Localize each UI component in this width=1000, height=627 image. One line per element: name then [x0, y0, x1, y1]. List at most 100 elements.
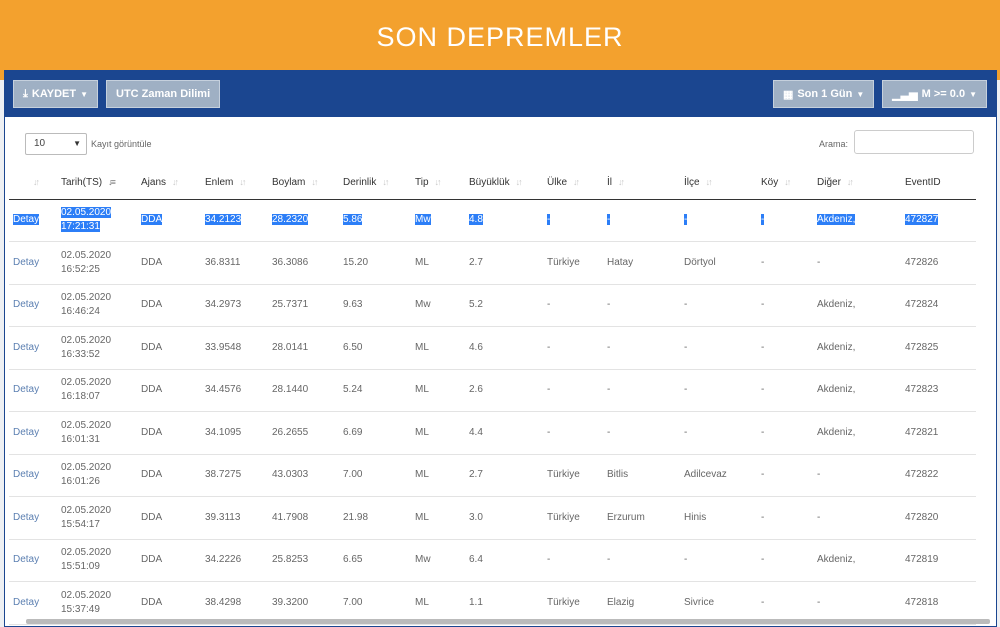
table-cell-depth: 15.20: [339, 241, 411, 285]
table-row[interactable]: Detay 02.05.2020 16:01:31 DDA 34.1095 26.2655…: [9, 411, 976, 455]
other-value: Akdeniz,: [817, 426, 856, 438]
column-header[interactable]: İl ↓↑: [603, 167, 680, 200]
detail-link[interactable]: Detay: [13, 554, 39, 565]
date-value: 02.05.2020: [61, 292, 112, 304]
agency-value: DDA: [141, 511, 163, 523]
column-header[interactable]: Büyüklük ↓↑: [465, 167, 543, 200]
mag-value: 4.6: [469, 341, 483, 353]
table-cell-detail[interactable]: Detay: [9, 411, 57, 455]
table-cell-province: -: [603, 539, 680, 582]
table-cell-province: Elazig: [603, 581, 680, 625]
table-cell-village: -: [757, 284, 813, 327]
table-row[interactable]: Detay 02.05.2020 15:51:09 DDA 34.2226 25.8253…: [9, 539, 976, 582]
table-cell-detail[interactable]: Detay: [9, 199, 57, 242]
table-cell-country: Türkiye: [543, 496, 603, 540]
table-row[interactable]: Detay 02.05.2020 16:46:24 DDA 34.2973 25.7371…: [9, 284, 976, 327]
column-header[interactable]: İlçe ↓↑: [680, 167, 757, 200]
table-row[interactable]: Detay 02.05.2020 15:37:49 DDA 38.4298 39.3200…: [9, 581, 976, 625]
sort-icon: ↓↑: [618, 177, 625, 188]
column-header[interactable]: Diğer ↓↑: [813, 167, 901, 200]
detail-link[interactable]: Detay: [13, 342, 39, 353]
table-cell-detail[interactable]: Detay: [9, 241, 57, 285]
search-input[interactable]: [854, 130, 974, 154]
table-cell-district: Adilcevaz: [680, 454, 757, 497]
province-value: -: [607, 384, 611, 396]
magnitude-label: M >= 0.0: [921, 88, 966, 100]
event-value: 472827: [905, 214, 939, 226]
table-cell-lon: 43.0303: [268, 454, 339, 497]
horizontal-scrollbar[interactable]: [26, 619, 990, 624]
table-row[interactable]: Detay 02.05.2020 16:01:26 DDA 38.7275 43.0303…: [9, 454, 976, 497]
table-cell-depth: 7.00: [339, 581, 411, 625]
column-header[interactable]: ↓↑: [9, 167, 57, 200]
column-header[interactable]: Köy ↓↑: [757, 167, 813, 200]
date-value: 02.05.2020: [61, 547, 112, 559]
table-cell-country: -: [543, 539, 603, 582]
table-cell-depth: 21.98: [339, 496, 411, 540]
table-cell-event: 472820: [901, 496, 976, 540]
table-cell-detail[interactable]: Detay: [9, 369, 57, 412]
table-cell-mag: 2.7: [465, 241, 543, 285]
page-length-label: Kayıt görüntüle: [91, 139, 152, 149]
page-length-select[interactable]: 10 ▼: [25, 133, 87, 155]
table-cell-type: ML: [411, 496, 465, 540]
column-header[interactable]: Ajans ↓↑: [137, 167, 201, 200]
detail-link[interactable]: Detay: [13, 512, 39, 523]
table-cell-lat: 34.1095: [201, 411, 268, 455]
detail-link[interactable]: Detay: [13, 469, 39, 480]
column-header[interactable]: EventID: [901, 167, 976, 200]
save-button[interactable]: ⤓ KAYDET ▼: [13, 80, 99, 108]
table-cell-district: -: [680, 284, 757, 327]
district-value: Adilcevaz: [684, 469, 727, 481]
table-cell-type: ML: [411, 369, 465, 412]
sort-icon: ↓↑: [33, 177, 40, 188]
table-cell-detail[interactable]: Detay: [9, 326, 57, 370]
detail-link[interactable]: Detay: [13, 427, 39, 438]
table-cell-type: ML: [411, 241, 465, 285]
detail-link[interactable]: Detay: [13, 384, 39, 395]
table-row[interactable]: Detay 02.05.2020 16:33:52 DDA 33.9548 28.0141…: [9, 326, 976, 370]
detail-link[interactable]: Detay: [13, 597, 39, 608]
column-header[interactable]: Tip ↓↑: [411, 167, 465, 200]
table-cell-other: -: [813, 496, 901, 540]
table-cell-detail[interactable]: Detay: [9, 284, 57, 327]
detail-link[interactable]: Detay: [13, 299, 39, 310]
table-cell-mag: 4.6: [465, 326, 543, 370]
other-value: Akdeniz,: [817, 384, 856, 396]
table-row[interactable]: Detay 02.05.2020 16:18:07 DDA 34.4576 28.1440…: [9, 369, 976, 412]
district-value: -: [684, 426, 688, 438]
magnitude-dropdown[interactable]: ▁▃▅ M >= 0.0 ▼: [882, 80, 987, 108]
table-cell-district: Hinis: [680, 496, 757, 540]
table-row[interactable]: Detay 02.05.2020 17:21:31 DDA 34.2123 28.2320…: [9, 199, 976, 242]
lat-value: 39.3113: [205, 511, 241, 523]
table-row[interactable]: Detay 02.05.2020 16:52:25 DDA 36.8311 36.3086…: [9, 241, 976, 285]
country-value: Türkiye: [547, 256, 580, 268]
period-dropdown[interactable]: ▦ Son 1 Gün ▼: [772, 80, 875, 108]
column-header[interactable]: Ülke ↓↑: [543, 167, 603, 200]
table-cell-detail[interactable]: Detay: [9, 581, 57, 625]
column-header[interactable]: Enlem ↓↑: [201, 167, 268, 200]
table-cell-detail[interactable]: Detay: [9, 496, 57, 540]
time-value: 16:46:24: [61, 306, 100, 318]
lon-value: 26.2655: [272, 426, 309, 438]
detail-link[interactable]: Detay: [13, 257, 39, 268]
table-row[interactable]: Detay 02.05.2020 15:54:17 DDA 39.3113 41.7908…: [9, 496, 976, 540]
province-value: -: [607, 426, 611, 438]
detail-link[interactable]: Detay: [13, 214, 40, 226]
column-header[interactable]: Derinlik ↓↑: [339, 167, 411, 200]
utc-timezone-button[interactable]: UTC Zaman Dilimi: [106, 80, 221, 108]
sort-icon: ↓↑: [573, 177, 580, 188]
column-header[interactable]: Tarih(TS) ↓≡: [57, 167, 137, 200]
table-cell-lon: 39.3200: [268, 581, 339, 625]
time-value: 15:37:49: [61, 603, 100, 615]
table-cell-detail[interactable]: Detay: [9, 454, 57, 497]
type-value: ML: [415, 384, 429, 396]
table-cell-depth: 6.69: [339, 411, 411, 455]
column-header[interactable]: Boylam ↓↑: [268, 167, 339, 200]
table-cell-detail[interactable]: Detay: [9, 539, 57, 582]
sort-icon: ↓↑: [434, 177, 442, 188]
event-value: 472820: [905, 511, 939, 523]
table-cell-lon: 25.8253: [268, 539, 339, 582]
table-cell-lat: 33.9548: [201, 326, 268, 370]
depth-value: 9.63: [343, 299, 363, 311]
